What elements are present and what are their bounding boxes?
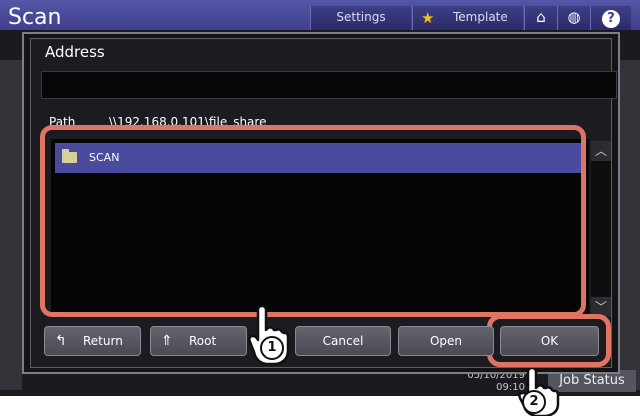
cancel-button[interactable]: Cancel <box>295 326 391 356</box>
template-label: Template <box>453 10 508 24</box>
dialog-title: Address <box>45 43 105 61</box>
open-button[interactable]: Open <box>398 326 494 356</box>
template-button[interactable]: ★ Template <box>412 6 523 30</box>
home-button[interactable]: ⌂ <box>524 6 557 30</box>
left-side-panel <box>0 60 22 390</box>
chevron-down-icon: ﹀ <box>594 300 607 314</box>
step-number-2: 2 <box>522 390 546 414</box>
return-arrow-icon: ↰ <box>55 333 67 349</box>
app-title: Scan <box>8 5 62 30</box>
star-icon: ★ <box>421 9 435 27</box>
top-bar: Scan Settings ★ Template ⌂ ◍ ? <box>0 0 640 30</box>
settings-button[interactable]: Settings <box>310 6 411 30</box>
right-side-panel <box>618 60 640 390</box>
step-number-1: 1 <box>260 336 284 360</box>
chevron-up-icon: ︿ <box>594 144 607 158</box>
language-button[interactable]: ◍ <box>557 6 590 30</box>
help-button[interactable]: ? <box>590 6 631 30</box>
globe-icon: ◍ <box>567 8 581 26</box>
root-arrow-icon: ⇑ <box>161 333 173 349</box>
step-1-callout: 1 <box>246 304 296 368</box>
list-highlight-frame <box>40 125 586 317</box>
scroll-up-button[interactable]: ︿ <box>591 141 611 161</box>
step-2-callout: 2 <box>516 366 566 418</box>
ok-button[interactable]: OK <box>500 326 599 356</box>
scrollbar[interactable]: ︿ ﹀ <box>591 141 611 317</box>
address-field[interactable] <box>41 71 617 99</box>
help-icon: ? <box>602 10 620 28</box>
root-button[interactable]: ⇑ Root <box>150 326 247 356</box>
return-button[interactable]: ↰ Return <box>44 326 141 356</box>
root-label: Root <box>189 334 217 348</box>
return-label: Return <box>83 334 123 348</box>
home-icon: ⌂ <box>536 8 546 26</box>
